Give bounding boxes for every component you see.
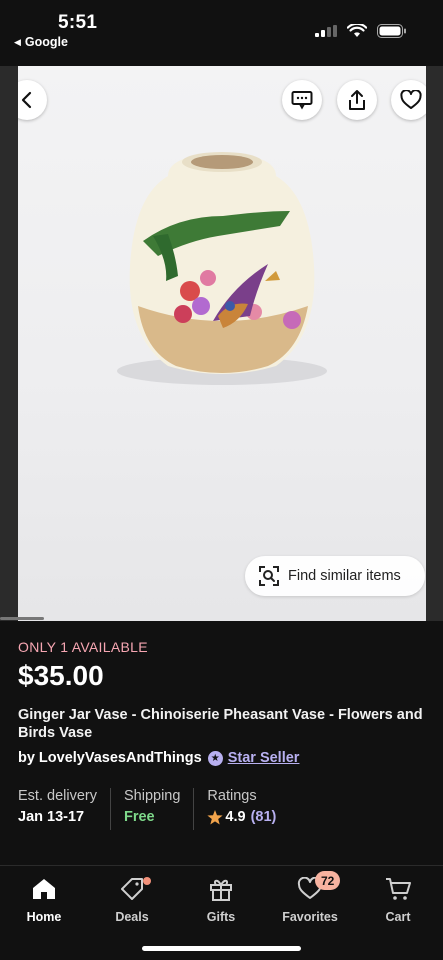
delivery-info: Est. delivery Jan 13-17 bbox=[18, 788, 97, 830]
rating-count: (81) bbox=[250, 809, 277, 825]
signal-icon bbox=[315, 25, 337, 37]
shipping-label: Shipping bbox=[123, 788, 181, 804]
back-triangle-icon: ◀ bbox=[14, 36, 21, 47]
status-bar: 5:51 ◀ Google bbox=[0, 0, 443, 62]
shipping-info: Shipping Free bbox=[124, 788, 180, 830]
message-seller-button[interactable] bbox=[282, 80, 322, 120]
seller-prefix: by bbox=[18, 750, 35, 766]
rating-summary: 4.9 (81) bbox=[207, 809, 276, 825]
divider bbox=[193, 788, 195, 830]
seller-line: by LovelyVasesAndThings ★ Star Seller bbox=[18, 750, 299, 766]
chevron-left-icon bbox=[21, 91, 32, 109]
tab-gifts-label: Gifts bbox=[206, 910, 236, 924]
ratings-info[interactable]: Ratings 4.9 (81) bbox=[207, 788, 276, 830]
image-edge-left bbox=[0, 66, 18, 621]
star-icon bbox=[207, 809, 224, 824]
details-row: Est. delivery Jan 13-17 Shipping Free Ra… bbox=[18, 788, 276, 830]
image-edge-right bbox=[426, 66, 443, 621]
delivery-label: Est. delivery bbox=[18, 788, 97, 804]
rating-value: 4.9 bbox=[225, 809, 246, 825]
find-similar-label: Find similar items bbox=[288, 568, 401, 584]
tab-cart[interactable]: Cart bbox=[358, 874, 438, 924]
share-button[interactable] bbox=[337, 80, 377, 120]
product-image[interactable] bbox=[18, 66, 426, 621]
delivery-value: Jan 13-17 bbox=[18, 809, 85, 825]
chat-icon bbox=[291, 91, 313, 110]
ratings-label: Ratings bbox=[207, 788, 257, 804]
favorites-count-badge: 72 bbox=[315, 871, 341, 890]
back-app-label: Google bbox=[24, 35, 68, 49]
tab-gifts[interactable]: Gifts bbox=[181, 874, 261, 924]
home-icon bbox=[31, 874, 57, 904]
home-indicator bbox=[142, 946, 301, 951]
shipping-value: Free bbox=[123, 809, 155, 825]
divider bbox=[109, 788, 111, 830]
tab-home-label: Home bbox=[26, 910, 62, 924]
cart-icon bbox=[384, 874, 412, 904]
product-title: Ginger Jar Vase - Chinoiserie Pheasant V… bbox=[18, 707, 423, 741]
bottom-tab-bar: Home Deals Gifts 72 Favorites Cart bbox=[0, 865, 443, 960]
tab-favorites-label: Favorites bbox=[282, 910, 338, 924]
share-icon bbox=[349, 90, 365, 110]
visual-search-icon bbox=[259, 566, 279, 586]
back-to-app-link[interactable]: ◀ Google bbox=[14, 35, 68, 49]
tab-favorites[interactable]: 72 Favorites bbox=[270, 871, 350, 924]
star-seller-link[interactable]: ★ Star Seller bbox=[207, 750, 300, 766]
seller-name-link[interactable]: LovelyVasesAndThings bbox=[39, 750, 202, 766]
deals-notification-dot bbox=[143, 877, 151, 885]
favorite-button[interactable] bbox=[391, 80, 426, 120]
status-time: 5:51 bbox=[58, 12, 98, 33]
status-icons bbox=[315, 24, 407, 38]
star-seller-label: Star Seller bbox=[227, 750, 300, 766]
price: $35.00 bbox=[18, 660, 104, 691]
find-similar-button[interactable]: Find similar items bbox=[245, 556, 425, 596]
vase-illustration bbox=[117, 152, 327, 385]
tab-cart-label: Cart bbox=[385, 910, 411, 924]
star-seller-badge-icon: ★ bbox=[207, 750, 223, 766]
battery-icon bbox=[377, 24, 406, 38]
tag-icon bbox=[119, 874, 151, 904]
tab-home[interactable]: Home bbox=[4, 874, 84, 924]
tab-deals-label: Deals bbox=[115, 910, 149, 924]
image-scroll-indicator bbox=[0, 617, 44, 620]
gift-icon bbox=[208, 874, 234, 904]
heart-icon bbox=[400, 90, 422, 109]
availability-text: ONLY 1 AVAILABLE bbox=[18, 639, 148, 655]
heart-icon: 72 bbox=[297, 871, 341, 904]
tab-deals[interactable]: Deals bbox=[92, 874, 172, 924]
wifi-icon bbox=[347, 24, 367, 37]
